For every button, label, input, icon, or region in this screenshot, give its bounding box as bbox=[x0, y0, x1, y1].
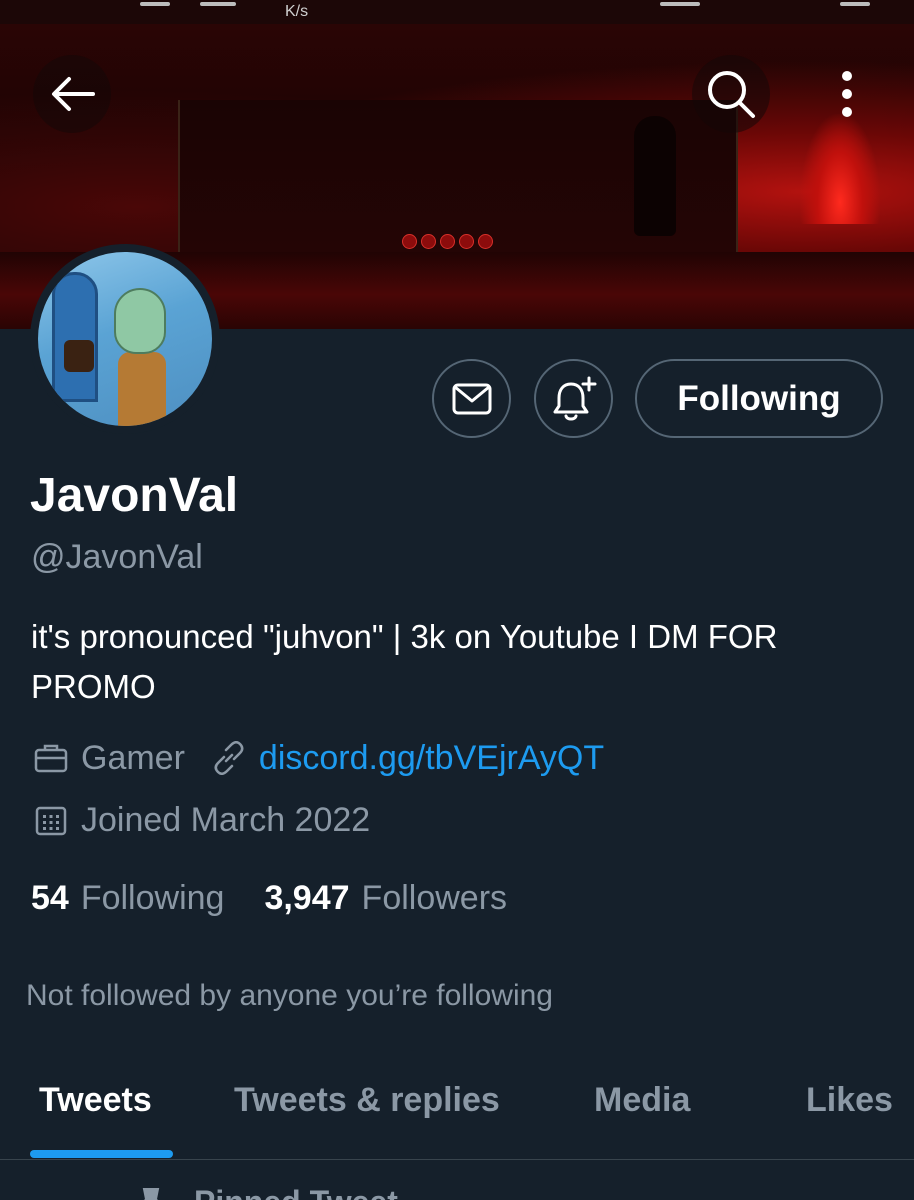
back-button[interactable] bbox=[33, 55, 111, 133]
link-icon bbox=[209, 738, 249, 778]
net-speed-unit: K/s bbox=[285, 3, 309, 20]
search-button[interactable] bbox=[692, 55, 770, 133]
mutual-followers-text: Not followed by anyone you’re following bbox=[26, 979, 553, 1012]
profile-meta-row: Gamer discord.gg/tbVEjrAyQT bbox=[31, 738, 604, 778]
profile-website-link[interactable]: discord.gg/tbVEjrAyQT bbox=[259, 738, 604, 778]
pin-icon bbox=[142, 1188, 160, 1200]
active-tab-indicator bbox=[30, 1150, 173, 1158]
followers-label: Followers bbox=[361, 879, 508, 917]
following-count-link[interactable]: 54 Following bbox=[31, 878, 224, 918]
message-button[interactable] bbox=[432, 359, 511, 438]
tab-tweets[interactable]: Tweets bbox=[39, 1080, 152, 1120]
status-bar: K/s bbox=[0, 0, 914, 24]
profile-category: Gamer bbox=[81, 739, 185, 777]
profile-stats: 54 Following 3,947 Followers bbox=[31, 878, 507, 918]
tab-tweets-and-replies[interactable]: Tweets & replies bbox=[234, 1080, 500, 1120]
profile-joined-row: Joined March 2022 bbox=[31, 800, 370, 840]
banner-social-icons bbox=[402, 234, 493, 249]
more-vertical-icon bbox=[842, 71, 852, 117]
followers-count-link[interactable]: 3,947 Followers bbox=[264, 878, 507, 918]
pinned-tweet-header: Pinned Tweet bbox=[140, 1184, 398, 1200]
calendar-icon bbox=[31, 800, 71, 840]
following-button[interactable]: Following bbox=[635, 359, 883, 438]
pinned-tweet-label: Pinned Tweet bbox=[194, 1184, 398, 1200]
following-count: 54 bbox=[31, 879, 69, 917]
more-options-button[interactable] bbox=[808, 55, 886, 133]
avatar-image bbox=[38, 252, 212, 426]
notifications-button[interactable] bbox=[534, 359, 613, 438]
profile-handle: @JavonVal bbox=[31, 538, 203, 576]
profile-bio: it's pronounced "juhvon" | 3k on Youtube… bbox=[31, 618, 778, 705]
avatar[interactable] bbox=[30, 244, 220, 434]
arrow-left-icon bbox=[52, 77, 95, 111]
search-icon bbox=[708, 71, 755, 118]
tab-media[interactable]: Media bbox=[594, 1080, 690, 1120]
display-name: JavonVal bbox=[30, 469, 239, 522]
mail-icon bbox=[452, 383, 491, 414]
briefcase-icon bbox=[31, 738, 71, 778]
following-label: Following bbox=[80, 879, 225, 917]
tab-likes[interactable]: Likes bbox=[806, 1080, 893, 1120]
profile-tabs: Tweets Tweets & replies Media Likes bbox=[0, 1060, 914, 1160]
profile-joined-date: Joined March 2022 bbox=[81, 801, 371, 839]
followers-count: 3,947 bbox=[264, 879, 350, 917]
bell-plus-icon bbox=[553, 376, 596, 420]
